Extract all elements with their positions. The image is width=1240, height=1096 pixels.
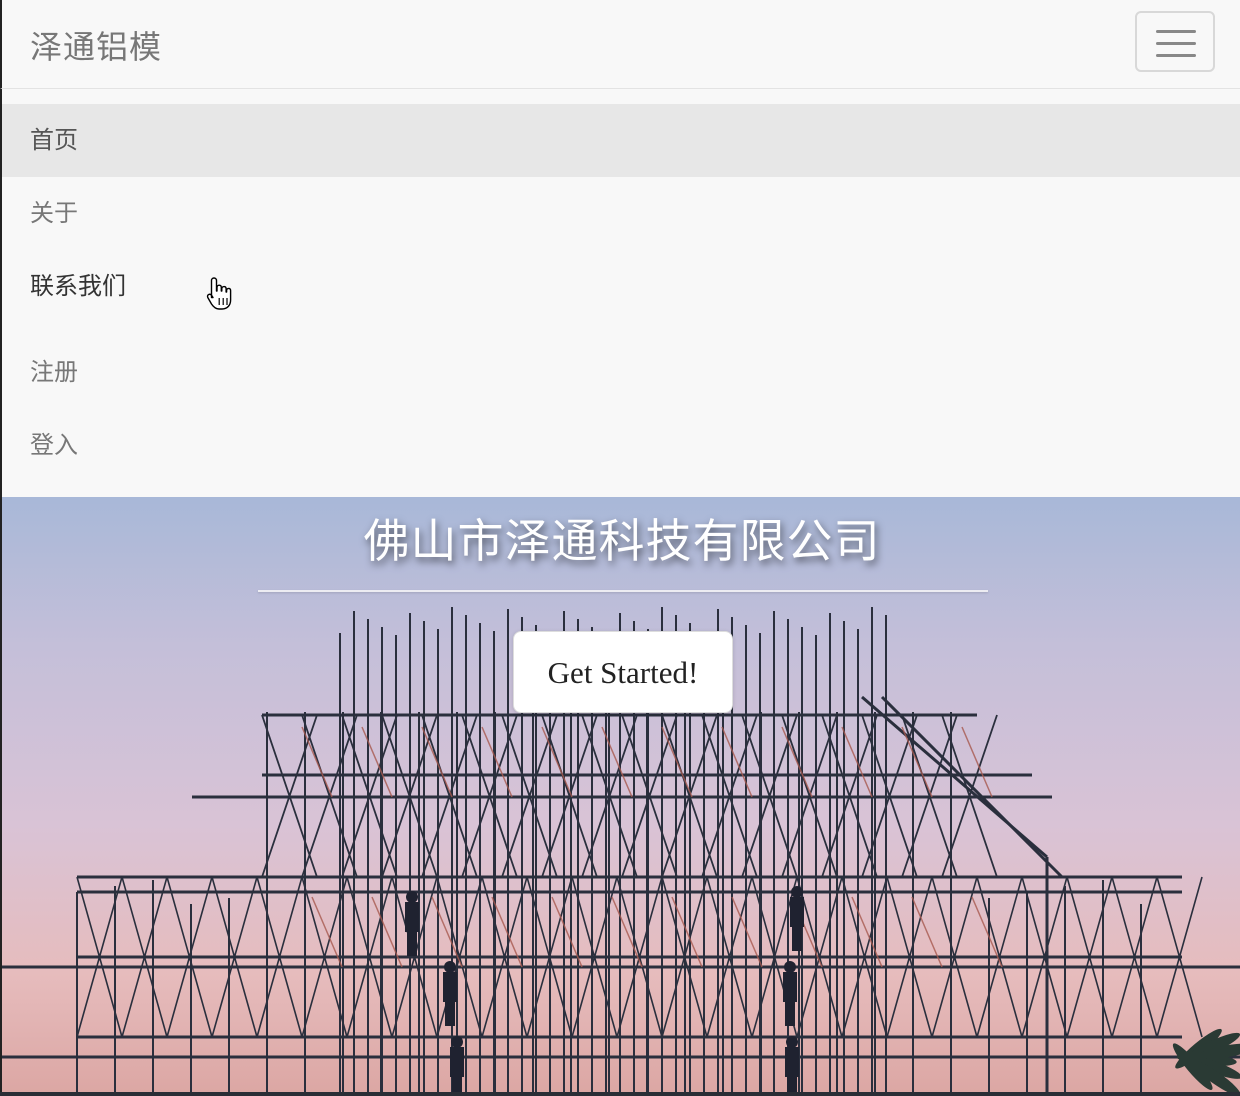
navbar-brand[interactable]: 泽通铝模 [30,22,162,68]
navbar: 泽通铝模 [0,0,1240,89]
scaffolding-background-image [2,607,1240,1092]
nav-menu: 首页 关于 联系我们 注册 登入 [0,89,1240,497]
nav-item-contact[interactable]: 联系我们 [2,250,1240,323]
hero-section: 佛山市泽通科技有限公司 Get Started! [0,497,1240,1092]
window-bottom-edge [0,1092,1240,1096]
hero-divider [258,590,988,592]
nav-item-login[interactable]: 登入 [2,409,1240,482]
nav-item-home[interactable]: 首页 [2,104,1240,177]
navbar-toggle-button[interactable] [1135,11,1215,72]
nav-item-register[interactable]: 注册 [2,336,1240,409]
hero-title: 佛山市泽通科技有限公司 [363,514,881,568]
get-started-button[interactable]: Get Started! [513,631,733,713]
nav-item-about[interactable]: 关于 [2,177,1240,250]
hand-pointer-cursor-icon [206,277,232,310]
